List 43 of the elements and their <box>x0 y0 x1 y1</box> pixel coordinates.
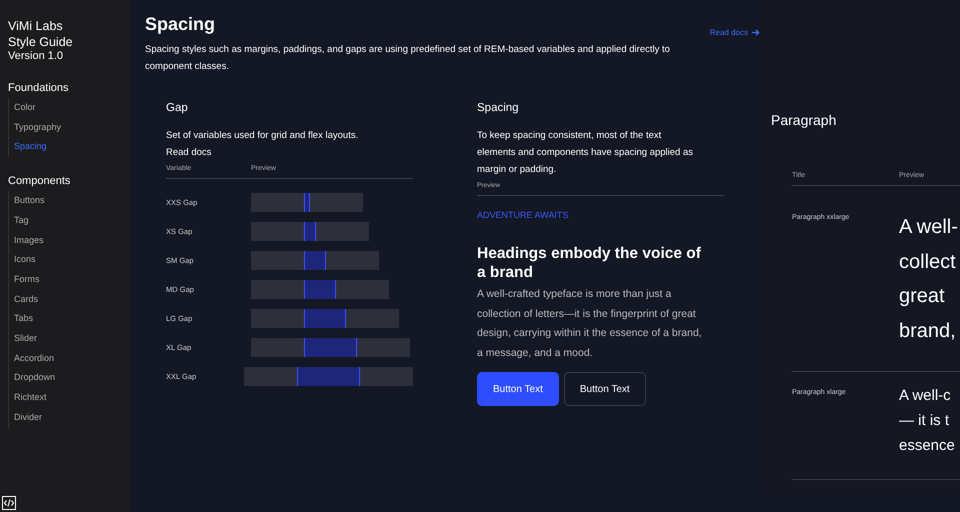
brand-title: Style Guide <box>8 34 74 50</box>
sample-button[interactable]: Button Text <box>564 372 646 406</box>
read-docs-link[interactable]: Read docs <box>710 26 760 38</box>
nav-group-title: Components <box>8 175 72 188</box>
page-title: Spacing <box>145 14 216 35</box>
sample-text-line: essence <box>899 436 955 456</box>
nav-link[interactable]: Tag <box>9 210 130 231</box>
nav-link[interactable]: Typography <box>9 118 130 138</box>
read-docs-link[interactable]: Read docs <box>166 144 413 161</box>
sample-paragraph: A well-crafted typeface is more than just a collection of letters—it is the fingerprint of great design, carrying within it the essence of a brand, a message, and a mood. <box>477 287 702 360</box>
sample-text-line: A well- <box>899 215 958 240</box>
section-title: Gap <box>166 101 189 115</box>
sample-text-line: brand, <box>899 318 957 344</box>
sample-button[interactable]: Button Text <box>477 372 559 406</box>
sample-text-line: great <box>899 284 946 309</box>
section-description: Set of variables used for grid and flex layouts. <box>166 129 360 143</box>
nav-link[interactable]: Color <box>9 98 130 118</box>
sample-text-line: — it is t <box>899 411 950 431</box>
nav-link[interactable]: Richtext <box>9 388 130 408</box>
section-title: Paragraph <box>771 113 838 127</box>
sample-text-line: collect <box>899 250 957 274</box>
nav-link[interactable]: Dropdown <box>9 368 130 388</box>
section-description: To keep spacing consistent, most of the text elements and components have spacing applied as margin or padding. <box>477 129 694 177</box>
nav-link[interactable]: Slider <box>9 329 130 349</box>
sample-text-line: A well-c <box>899 386 952 406</box>
nav-group-title: Foundations <box>8 82 70 94</box>
nav-link[interactable]: Buttons <box>9 191 130 211</box>
nav-link[interactable]: Forms <box>9 270 130 290</box>
nav-link[interactable]: Divider <box>9 408 130 428</box>
nav-link[interactable]: Tabs <box>9 309 130 330</box>
nav-link[interactable]: Cards <box>9 290 130 310</box>
code-icon[interactable] <box>2 496 16 510</box>
eyebrow-text: ADVENTURE AWAITS <box>477 210 570 220</box>
page-description: Spacing styles such as margins, paddings, and gaps are using predefined set of REM-based variables and applied directly to component classes. <box>145 43 671 74</box>
nav-link[interactable]: Images <box>9 230 130 250</box>
arrow-right-icon <box>751 28 760 36</box>
sample-heading: Headings embody the voice of a brand <box>477 244 702 282</box>
brand-title: ViMi Labs <box>8 18 64 34</box>
nav-link[interactable]: Spacing <box>9 137 130 158</box>
version-label: Version 1.0 <box>8 50 64 63</box>
nav-link[interactable]: Accordion <box>9 348 130 368</box>
section-title: Spacing <box>477 101 520 115</box>
nav-link[interactable]: Icons <box>9 250 130 270</box>
